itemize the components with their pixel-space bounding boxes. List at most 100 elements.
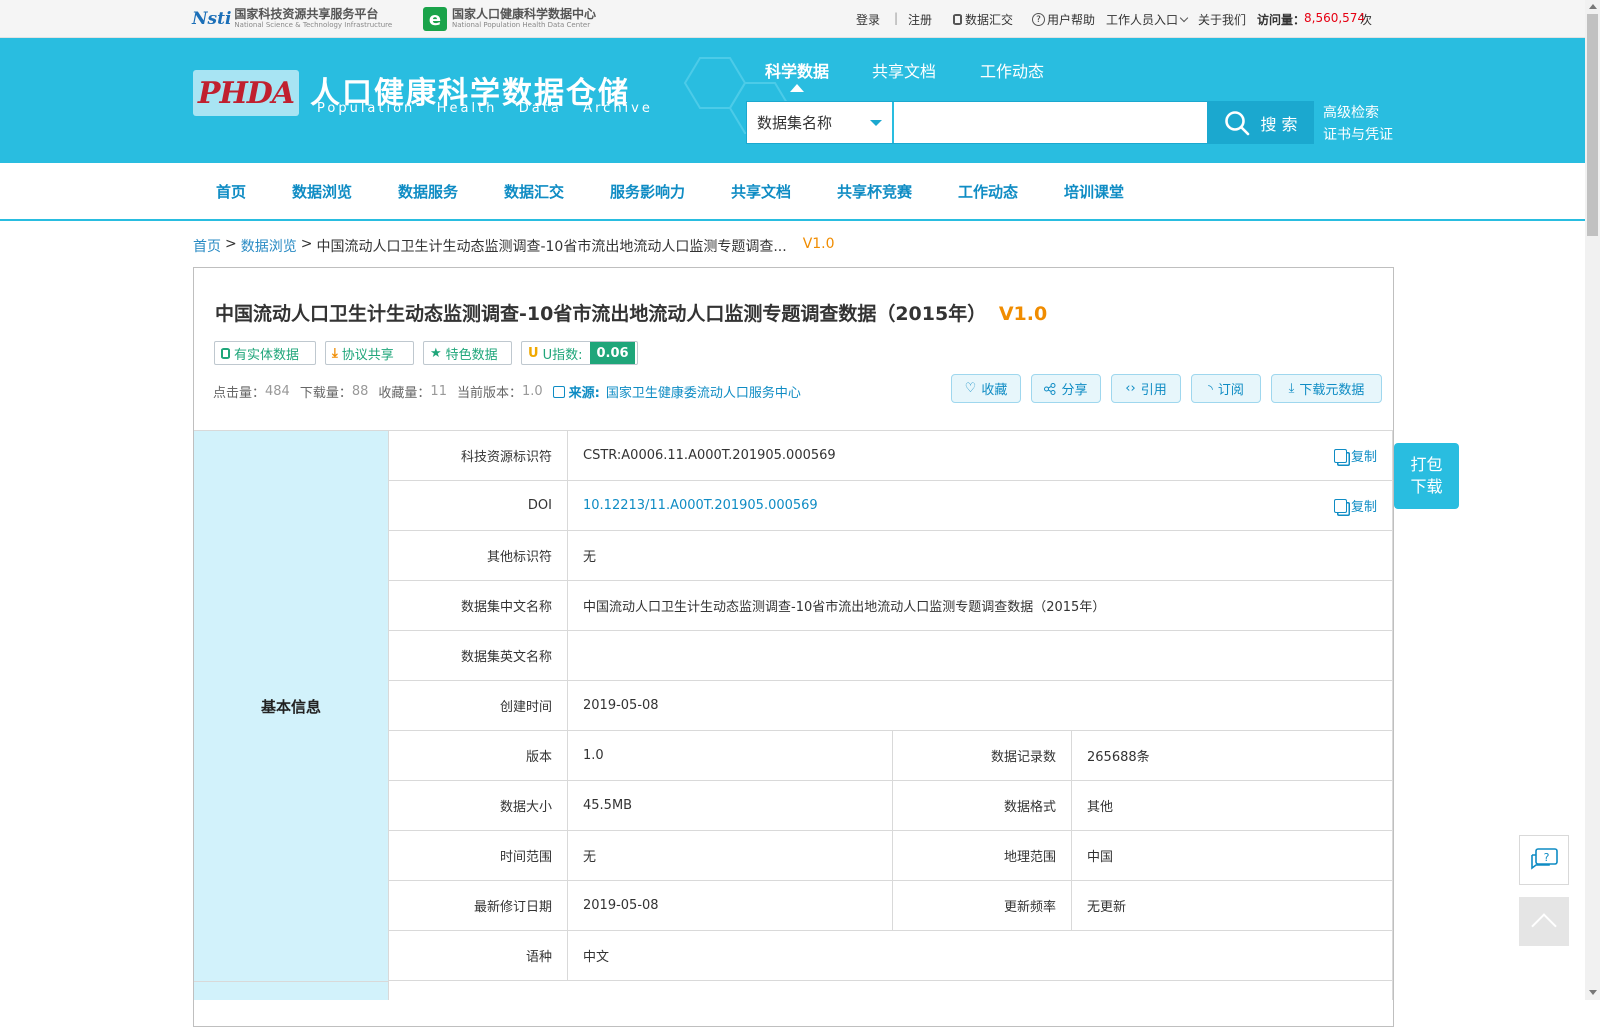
chevron-up-icon	[1531, 912, 1557, 939]
staff-entry-dropdown[interactable]: 工作人员入口	[1106, 11, 1189, 28]
copy-icon	[1333, 498, 1347, 513]
label-revised: 最新修订日期	[389, 881, 568, 931]
copy-cstr-button[interactable]: 复制	[1333, 446, 1377, 465]
tab-work-news[interactable]: 工作动态	[980, 58, 1044, 82]
star-icon: ★	[430, 345, 442, 361]
copy-cstr-label: 复制	[1350, 450, 1377, 465]
breadcrumb-home[interactable]: 首页	[193, 236, 221, 256]
nav-work-news[interactable]: 工作动态	[958, 181, 1018, 202]
advanced-search-link[interactable]: 高级检索	[1323, 102, 1379, 122]
value-format: 其他	[1072, 781, 1393, 831]
pack-download-button[interactable]: 打包 下载	[1394, 443, 1459, 509]
tag-physical-data: 有实体数据	[214, 341, 316, 365]
label-created: 创建时间	[389, 681, 568, 731]
label-language: 语种	[389, 931, 568, 981]
favorite-button[interactable]: ♡ 收藏	[951, 374, 1021, 403]
help-link[interactable]: ? 用户帮助	[1032, 11, 1095, 28]
scrollbar-thumb[interactable]	[1587, 14, 1598, 236]
download-metadata-label: 下载元数据	[1299, 383, 1365, 398]
subscribe-button-label: 订阅	[1217, 383, 1244, 398]
nsti-logo-cn: 国家科技资源共享服务平台	[234, 7, 379, 21]
dataset-stats: 点击量： 484 下载量： 88 收藏量： 11 当前版本： 1.0 来源: 国…	[213, 382, 801, 401]
value-size: 45.5MB	[568, 781, 893, 831]
dataset-title: 中国流动人口卫生计生动态监测调查-10省市流出地流动人口监测专题调查数据（201…	[215, 299, 1047, 326]
value-update-freq: 无更新	[1072, 881, 1393, 931]
external-link-icon	[552, 385, 565, 398]
share-button[interactable]: 分享	[1031, 374, 1101, 403]
section-basic-info: 基本信息	[194, 430, 389, 981]
nphdc-logo-mark: e	[423, 7, 447, 31]
copy-doi-button[interactable]: 复制	[1333, 496, 1377, 515]
clicks-label: 点击量：	[213, 386, 266, 401]
header-banner: PHDA 人口健康科学数据仓储 Population Health Data A…	[0, 38, 1585, 163]
data-exchange-link[interactable]: 数据汇交	[953, 11, 1013, 28]
nav-shared-docs[interactable]: 共享文档	[731, 181, 791, 202]
value-time-range: 无	[568, 831, 893, 881]
tab-shared-docs[interactable]: 共享文档	[872, 58, 936, 82]
certificate-link[interactable]: 证书与凭证	[1323, 124, 1393, 144]
scroll-down-arrow-icon[interactable]	[1589, 990, 1597, 995]
nav-data-service[interactable]: 数据服务	[398, 181, 458, 202]
chat-help-button[interactable]: ?	[1519, 835, 1569, 885]
database-icon	[221, 347, 230, 359]
nphdc-logo-en: National Population Health Data Center	[452, 21, 591, 29]
staff-entry-label: 工作人员入口	[1106, 13, 1179, 27]
breadcrumb-browse[interactable]: 数据浏览	[241, 236, 297, 256]
search-field-select[interactable]: 数据集名称	[747, 102, 894, 143]
value-cstr-text: CSTR:A0006.11.A000T.201905.000569	[583, 448, 836, 463]
label-doi: DOI	[389, 481, 568, 531]
database-icon	[953, 14, 962, 25]
value-created: 2019-05-08	[568, 681, 1393, 731]
value-cstr: CSTR:A0006.11.A000T.201905.000569 复制	[568, 431, 1393, 481]
search-box: 数据集名称	[746, 101, 1208, 144]
register-link[interactable]: 注册	[908, 11, 932, 28]
nsti-logo[interactable]: Nsti 国家科技资源共享服务平台 National Science & Tec…	[192, 6, 392, 32]
scrollbar-track[interactable]	[1585, 0, 1600, 1000]
top-separator: |	[894, 11, 899, 25]
caret-down-icon	[870, 119, 882, 126]
search-button-label: 搜 索	[1260, 114, 1298, 134]
subscribe-button[interactable]: ◝ 订阅	[1191, 374, 1261, 403]
dataset-version: V1.0	[998, 303, 1048, 325]
label-cstr: 科技资源标识符	[389, 431, 568, 481]
search-input[interactable]	[894, 102, 1207, 143]
nav-training[interactable]: 培训课堂	[1064, 181, 1124, 202]
source-link[interactable]: 国家卫生健康委流动人口服务中心	[606, 382, 801, 401]
nav-service-impact[interactable]: 服务影响力	[610, 181, 685, 202]
nav-data-browse[interactable]: 数据浏览	[292, 181, 352, 202]
value-record-count: 265688条	[1072, 731, 1393, 781]
nav-home[interactable]: 首页	[216, 181, 246, 202]
back-to-top-button[interactable]	[1519, 897, 1569, 946]
value-doi-link[interactable]: 10.12213/11.A000T.201905.000569	[583, 498, 818, 513]
nav-sharing-cup[interactable]: 共享杯竞赛	[837, 181, 912, 202]
nsti-logo-mark: Nsti	[192, 9, 232, 29]
value-name-cn: 中国流动人口卫生计生动态监测调查-10省市流出地流动人口监测专题调查数据（201…	[568, 581, 1393, 631]
about-link[interactable]: 关于我们	[1198, 11, 1246, 28]
value-revised: 2019-05-08	[568, 881, 893, 931]
download-metadata-button[interactable]: ⤓ 下载元数据	[1271, 374, 1382, 403]
nphdc-logo[interactable]: e 国家人口健康科学数据中心 National Population Healt…	[423, 6, 596, 32]
chat-bubble-icon: ?	[1531, 848, 1558, 870]
label-update-freq: 更新频率	[893, 881, 1072, 931]
tag-featured-data-label: 特色数据	[445, 347, 498, 363]
download-arrow-icon: ⤓	[332, 345, 338, 361]
cite-button-label: 引用	[1140, 383, 1167, 398]
search-field-select-label: 数据集名称	[757, 114, 833, 132]
top-bar: Nsti 国家科技资源共享服务平台 National Science & Tec…	[0, 0, 1585, 38]
search-button[interactable]: 搜 索	[1208, 101, 1314, 144]
copy-icon	[1333, 448, 1347, 463]
main-nav: 首页 数据浏览 数据服务 数据汇交 服务影响力 共享文档 共享杯竞赛 工作动态 …	[0, 163, 1585, 221]
login-link[interactable]: 登录	[856, 11, 880, 28]
label-record-count: 数据记录数	[893, 731, 1072, 781]
code-icon: ‹›	[1125, 381, 1136, 396]
cite-button[interactable]: ‹› 引用	[1111, 374, 1181, 403]
chevron-down-icon	[1179, 13, 1189, 22]
favorite-button-label: 收藏	[981, 383, 1008, 398]
nav-data-exchange[interactable]: 数据汇交	[504, 181, 564, 202]
pack-download-line1: 打包	[1410, 455, 1443, 474]
u-index-label: U指数:	[542, 347, 583, 363]
value-language: 中文	[568, 931, 1393, 981]
phda-logo[interactable]: PHDA	[193, 70, 299, 116]
tab-scientific-data[interactable]: 科学数据	[765, 58, 829, 82]
scroll-up-arrow-icon[interactable]	[1589, 4, 1597, 9]
